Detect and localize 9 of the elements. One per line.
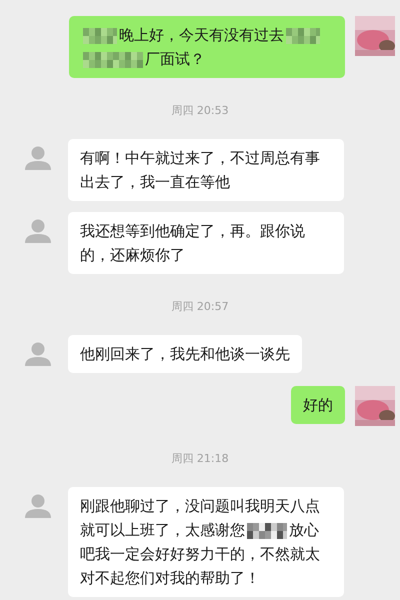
- timestamp: 周四 20:57: [171, 300, 229, 314]
- message-bubble: 我还想等到他确定了，再。跟你说的，还麻烦你了: [68, 212, 344, 274]
- timestamp: 周四 20:53: [171, 104, 229, 118]
- message-bubble: 好的: [291, 386, 345, 424]
- timestamp: 周四 21:18: [171, 452, 229, 466]
- message-bubble: 刚跟他聊过了，没问题叫我明天八点就可以上班了，太感谢您 放心吧我一定会好好努力干的，不然就太对不起您们对我的帮助了！: [68, 487, 344, 597]
- message-bubble: 晚上好，今天有没有过去 厂面试？: [69, 16, 345, 78]
- message-bubble: 他刚回来了，我先和他谈一谈先: [68, 335, 302, 373]
- message-bubble: 有啊！中午就过来了，不过周总有事出去了，我一直在等他: [68, 139, 344, 201]
